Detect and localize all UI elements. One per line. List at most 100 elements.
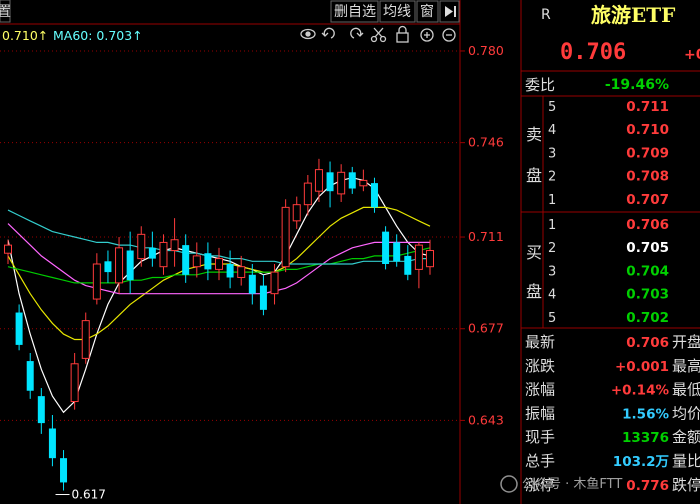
watermark-text: 公众号 · 木鱼FTT	[522, 476, 622, 492]
sell-level-price: 0.711	[626, 99, 669, 115]
background	[0, 0, 700, 504]
quote-name: 旅游ETF	[591, 3, 675, 27]
stats-row: 总手 103.2万 量比	[525, 452, 700, 470]
sell-level-index: 5	[548, 100, 556, 115]
stats-right-label: 跌停	[672, 476, 700, 494]
candle-body	[248, 274, 256, 294]
candle-body	[104, 261, 112, 273]
low-marker-label: 0.617	[72, 488, 106, 502]
candle-body	[226, 264, 234, 278]
candle-body	[137, 233, 146, 260]
stats-value: +0.14%	[611, 383, 670, 399]
candle-body	[393, 242, 401, 262]
candle-body	[359, 179, 368, 187]
candle	[81, 312, 90, 364]
candle-body	[326, 172, 334, 192]
candle-body	[382, 231, 390, 264]
candle	[382, 226, 390, 270]
candle-body	[270, 271, 279, 295]
candle-body	[70, 363, 79, 403]
tab-moving-average-label: 均线	[383, 4, 411, 20]
candle-body	[159, 241, 168, 268]
stats-label: 最新	[525, 333, 555, 351]
tick-label: 0.711	[468, 229, 504, 244]
buy-level-price: 0.704	[626, 263, 669, 279]
sell-level-price: 0.708	[626, 169, 669, 185]
candle-body	[259, 285, 267, 310]
buy-level-index: 5	[548, 311, 556, 326]
stats-value: 13376	[622, 430, 669, 446]
tab-window-label: 窗	[420, 3, 434, 20]
sell-level-index: 1	[548, 193, 556, 208]
stats-value: +0.001	[615, 359, 669, 375]
tick-label: 0.643	[468, 412, 504, 427]
candle-body	[292, 204, 301, 222]
candle-body	[426, 250, 434, 268]
candle-body	[48, 428, 56, 459]
candle-body	[337, 171, 346, 195]
stats-value: 103.2万	[613, 454, 669, 470]
candle-body	[215, 258, 223, 270]
sell-level-index: 3	[548, 146, 556, 161]
candle-body	[182, 245, 190, 275]
candle-body	[204, 253, 212, 270]
buy-level-index: 3	[548, 264, 556, 279]
stats-label: 涨跌	[525, 357, 555, 375]
buy-label-top: 买	[526, 243, 542, 262]
candle-body	[303, 182, 312, 206]
tab-settings-label: 置	[0, 4, 11, 20]
candle-body	[314, 169, 323, 192]
ma-legend-60: MA60: 0.703↑	[53, 28, 143, 43]
stats-row: 涨幅 +0.14% 最低	[525, 381, 700, 399]
buy-label-bottom: 盘	[526, 282, 542, 301]
quote-price: 0.706	[560, 40, 626, 65]
candle-body	[37, 396, 45, 424]
sell-label-top: 卖	[526, 125, 542, 144]
candle-body	[348, 172, 356, 189]
stats-right-label: 均价	[672, 404, 700, 422]
buy-level-index: 2	[548, 241, 556, 256]
buy-level-index: 1	[548, 218, 556, 233]
sell-level-index: 2	[548, 170, 556, 185]
play-pause-bar	[454, 6, 456, 17]
buy-level-index: 4	[548, 288, 556, 303]
stats-right-label: 量比	[672, 452, 700, 470]
tab-delete-watchlist-label: 删自选	[334, 4, 376, 20]
tick-label: 0.746	[468, 135, 504, 150]
stats-value: 0.706	[626, 335, 669, 351]
candle-body	[60, 458, 68, 483]
stats-right-label: 金额	[672, 428, 700, 446]
candle-body	[414, 244, 423, 270]
stock-terminal: 置 删自选 均线 窗 0.710↑ MA60: 0.703↑ 0.7800.74…	[0, 0, 700, 504]
stats-right-label: 最高	[672, 357, 700, 375]
tick-label: 0.780	[468, 43, 504, 58]
sell-level-price: 0.707	[626, 192, 669, 208]
stats-label: 现手	[525, 428, 555, 446]
sell-label-bottom: 盘	[526, 166, 542, 185]
candle-body	[148, 247, 156, 259]
candle-body	[404, 255, 412, 275]
candle-body	[192, 255, 201, 268]
quote-change: +0	[684, 47, 700, 63]
stats-label: 总手	[525, 452, 555, 470]
candle-body	[26, 361, 34, 391]
candle	[281, 199, 290, 273]
buy-level-price: 0.703	[626, 287, 669, 303]
quote-badge: R	[541, 7, 551, 23]
stats-value: 0.776	[626, 478, 669, 494]
ma-legend-a: 0.710↑	[2, 28, 48, 43]
ratio-value: -19.46%	[605, 77, 669, 93]
stats-value: 1.56%	[622, 406, 669, 422]
candle-body	[4, 244, 12, 254]
candle-body	[237, 266, 246, 278]
candle-body	[370, 183, 378, 208]
buy-level-price: 0.702	[626, 310, 669, 326]
candle-body	[115, 247, 124, 284]
stats-right-label: 最低	[672, 381, 700, 399]
candle-body	[170, 239, 179, 252]
candle-body	[15, 312, 23, 345]
sell-level-price: 0.710	[626, 122, 669, 138]
sell-level-index: 4	[548, 123, 556, 138]
play-pause-button[interactable]	[439, 0, 460, 23]
sell-level-price: 0.709	[626, 145, 669, 161]
